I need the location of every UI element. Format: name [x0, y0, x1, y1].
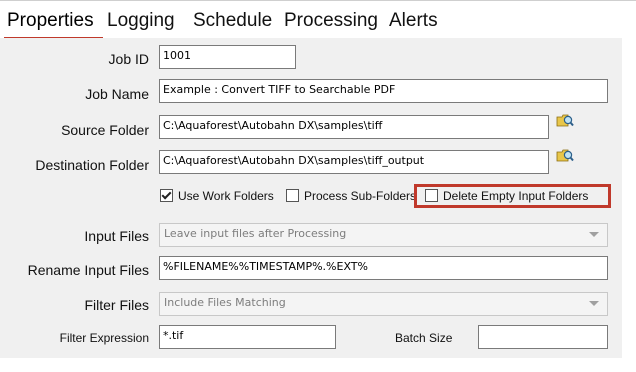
- rename-input-files-field[interactable]: %FILENAME%%TIMESTAMP%.%EXT%: [159, 256, 608, 280]
- batch-size-field[interactable]: [478, 325, 608, 349]
- input-files-label: Input Files: [84, 228, 149, 244]
- panel-margin: [622, 38, 636, 372]
- destination-folder-field[interactable]: C:\Aquaforest\Autobahn DX\samples\tiff_o…: [159, 150, 549, 174]
- job-id-label: Job ID: [108, 51, 149, 67]
- use-work-folders-label: Use Work Folders: [178, 189, 274, 203]
- input-files-select[interactable]: Leave input files after Processing: [159, 223, 608, 247]
- filter-expression-label: Filter Expression: [59, 331, 149, 345]
- tab-bar: Properties Logging Schedule Processing A…: [0, 4, 636, 40]
- panel-bottom-margin: [0, 358, 622, 372]
- chevron-down-icon: [589, 232, 599, 237]
- chevron-down-icon: [589, 301, 599, 306]
- tab-logging[interactable]: Logging: [107, 10, 175, 32]
- filter-files-select[interactable]: Include Files Matching: [159, 292, 608, 316]
- job-name-label: Job Name: [85, 86, 149, 102]
- tab-alerts[interactable]: Alerts: [389, 10, 438, 32]
- use-work-folders-checkbox[interactable]: Use Work Folders: [160, 188, 274, 204]
- job-name-field[interactable]: Example : Convert TIFF to Searchable PDF: [159, 79, 608, 103]
- tab-properties[interactable]: Properties: [7, 10, 94, 32]
- process-sub-folders-label: Process Sub-Folders: [304, 189, 417, 203]
- delete-empty-input-folders-label: Delete Empty Input Folders: [443, 189, 589, 203]
- top-divider: [0, 0, 636, 1]
- job-id-field[interactable]: 1001: [159, 45, 296, 69]
- rename-input-files-label: Rename Input Files: [27, 262, 149, 278]
- source-folder-label: Source Folder: [61, 122, 149, 138]
- process-sub-folders-checkbox[interactable]: Process Sub-Folders: [286, 188, 416, 204]
- filter-files-label: Filter Files: [84, 297, 149, 313]
- filter-expression-field[interactable]: *.tif: [159, 325, 336, 349]
- destination-folder-label: Destination Folder: [35, 157, 149, 173]
- delete-empty-input-folders-checkbox[interactable]: Delete Empty Input Folders: [425, 188, 588, 204]
- source-folder-field[interactable]: C:\Aquaforest\Autobahn DX\samples\tiff: [159, 115, 549, 139]
- input-files-selected-value: Leave input files after Processing: [164, 227, 347, 240]
- folder-magnifier-icon[interactable]: [556, 113, 574, 129]
- batch-size-label: Batch Size: [395, 331, 453, 345]
- checkbox-unchecked-icon: [286, 189, 299, 202]
- filter-files-selected-value: Include Files Matching: [164, 296, 286, 309]
- folder-magnifier-icon[interactable]: [556, 148, 574, 164]
- checkbox-unchecked-icon: [425, 189, 438, 202]
- tab-processing[interactable]: Processing: [284, 10, 378, 32]
- tab-schedule[interactable]: Schedule: [193, 10, 272, 32]
- checkbox-checked-icon: [160, 189, 173, 202]
